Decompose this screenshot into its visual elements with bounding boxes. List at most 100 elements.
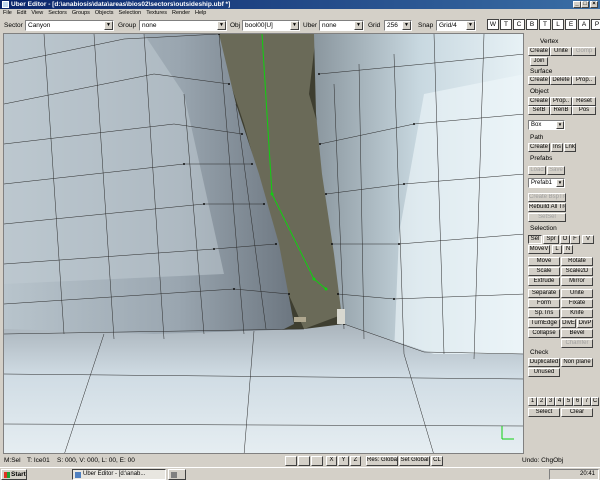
vertex-create-button[interactable]: Create (528, 47, 550, 56)
axis-z-button[interactable]: Z (350, 456, 361, 466)
object-prop-button[interactable]: Prop.. (550, 97, 572, 106)
prefab-save-button[interactable]: Save (547, 166, 565, 175)
object-renb-button[interactable]: RenB (550, 106, 572, 115)
rotate-button[interactable]: Rotate (561, 257, 593, 266)
taskbar-uber-editor[interactable]: Uber Editor - [d:\anab... (72, 469, 166, 480)
menu-edit[interactable]: Edit (17, 9, 26, 18)
start-button[interactable]: Start (1, 469, 27, 480)
surface-create-button[interactable]: Create (528, 76, 550, 85)
close-button[interactable]: × (590, 1, 598, 8)
menu-selection[interactable]: Selection (119, 9, 142, 18)
layer-5-button[interactable]: 5 (564, 397, 573, 406)
view-l-button[interactable]: L (552, 19, 564, 30)
vertex-join-button[interactable]: Join (530, 57, 548, 66)
view-t-button[interactable]: T (500, 19, 512, 30)
menu-objects[interactable]: Objects (95, 9, 114, 18)
set-global-button[interactable]: Set Global (399, 456, 430, 466)
snap-select[interactable]: Grid/4 ▼ (436, 20, 476, 31)
obj-select[interactable]: bool00[U] ▼ (242, 20, 300, 31)
spr-button[interactable]: Spr (543, 235, 559, 244)
surface-prop-button[interactable]: Prop.. (572, 76, 596, 85)
view-b-button[interactable]: B (526, 19, 538, 30)
unite-button[interactable]: Unite (561, 289, 593, 298)
grid-select[interactable]: 256 ▼ (384, 20, 412, 31)
path-create-button[interactable]: Create (528, 143, 550, 152)
form-button[interactable]: Form (528, 299, 560, 308)
mirror-button[interactable]: Mirror (561, 277, 593, 286)
3d-viewport[interactable] (3, 33, 524, 454)
move-button[interactable]: Move (528, 257, 560, 266)
path-ins-button[interactable]: Ins (551, 143, 563, 152)
layer-clear-button[interactable]: Clear (561, 408, 593, 417)
collapse-button[interactable]: Collapse (528, 329, 560, 338)
layer-4-button[interactable]: 4 (555, 397, 564, 406)
extrude-button[interactable]: Extrude (528, 277, 560, 286)
scale-button[interactable]: Scale (528, 267, 560, 276)
rebuild-all-tree-button[interactable]: Rebuild All Tree (528, 203, 566, 212)
movev-button[interactable]: MoveV (528, 245, 550, 254)
menu-sectors[interactable]: Sectors (48, 9, 67, 18)
n-button[interactable]: N (563, 245, 573, 254)
object-reset-button[interactable]: Reset (572, 97, 596, 106)
status-tool-3-button[interactable] (311, 456, 323, 466)
view-p-button[interactable]: P (591, 19, 600, 30)
surface-delete-button[interactable]: Delete (550, 76, 572, 85)
chamfer-button[interactable]: Chamfer (561, 339, 593, 348)
res-global-button[interactable]: Res: Global (366, 456, 398, 466)
sel-button[interactable]: Sel (528, 235, 542, 244)
axis-y-button[interactable]: Y (338, 456, 349, 466)
menu-groups[interactable]: Groups (72, 9, 90, 18)
non-plane-button[interactable]: Non plane (561, 358, 593, 367)
vertex-gomp-button[interactable]: Gomp (572, 47, 596, 56)
fixate-button[interactable]: Fixate (561, 299, 593, 308)
cl-button[interactable]: CL (431, 456, 443, 466)
object-setb-button[interactable]: SetB (528, 106, 550, 115)
view-e-button[interactable]: E (565, 19, 577, 30)
menu-help[interactable]: Help (195, 9, 206, 18)
vertex-unite-button[interactable]: Unite (550, 47, 572, 56)
knife-button[interactable]: Knife (561, 309, 593, 318)
menu-textures[interactable]: Textures (146, 9, 167, 18)
layer-3-button[interactable]: 3 (546, 397, 555, 406)
object-pos-button[interactable]: Pos (572, 106, 596, 115)
view-w-button[interactable]: W (487, 19, 499, 30)
prefab-load-button[interactable]: Load (528, 166, 546, 175)
layer-1-button[interactable]: 1 (528, 397, 537, 406)
maximize-button[interactable]: □ (581, 1, 589, 8)
taskbar-item-2[interactable] (168, 469, 186, 480)
scale2d-button[interactable]: Scale2D (561, 267, 593, 276)
axis-x-button[interactable]: X (326, 456, 337, 466)
menu-view[interactable]: View (31, 9, 43, 18)
object-create-button[interactable]: Create (528, 97, 550, 106)
menu-file[interactable]: File (3, 9, 12, 18)
view-t2-button[interactable]: T (539, 19, 551, 30)
layer-2-button[interactable]: 2 (537, 397, 546, 406)
divp-button[interactable]: DivP (577, 319, 593, 328)
sp-tris-button[interactable]: Sp.Tris (528, 309, 560, 318)
dive-button[interactable]: DivE (561, 319, 576, 328)
object-type-select[interactable]: Box ▼ (528, 120, 565, 130)
view-c-button[interactable]: C (513, 19, 525, 30)
path-lnk-button[interactable]: Lnk (564, 143, 576, 152)
f-button[interactable]: F (570, 235, 580, 244)
l-button[interactable]: L (552, 245, 562, 254)
group-select[interactable]: none ▼ (139, 20, 227, 31)
menu-render[interactable]: Render (172, 9, 190, 18)
status-tool-1-button[interactable] (285, 456, 297, 466)
bevel-button[interactable]: Bevel (561, 329, 593, 338)
unused-button[interactable]: Unused (528, 368, 560, 377)
layer-select-button[interactable]: Select (528, 408, 560, 417)
prefab-select[interactable]: Prefab1 ▼ (528, 178, 565, 188)
status-tool-2-button[interactable] (298, 456, 310, 466)
minimize-button[interactable]: _ (573, 1, 581, 8)
sector-select[interactable]: Canyon ▼ (25, 20, 114, 31)
uber-select[interactable]: none ▼ (319, 20, 364, 31)
layer-c-button[interactable]: C (591, 397, 599, 406)
layer-7-button[interactable]: 7 (582, 397, 591, 406)
v-button[interactable]: V (582, 235, 594, 244)
layer-6-button[interactable]: 6 (573, 397, 582, 406)
view-a-button[interactable]: A (578, 19, 590, 30)
separate-button[interactable]: Separate (528, 289, 560, 298)
o-button[interactable]: O (560, 235, 570, 244)
duplicated-button[interactable]: Duplicated (528, 358, 560, 367)
